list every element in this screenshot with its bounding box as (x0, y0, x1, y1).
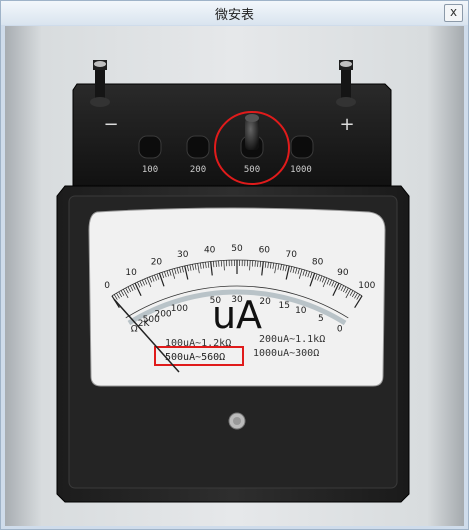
scale-label-lower: 15 (278, 301, 289, 311)
scale-label-upper: 80 (312, 258, 324, 268)
scale-label-upper: 20 (151, 258, 163, 268)
minus-sign: − (103, 114, 118, 135)
scale-label-upper: 100 (358, 281, 375, 291)
range-socket-200[interactable] (186, 135, 210, 159)
app-window: 微安表 x − + 100 200 500 1000 0 10 20 30 40… (0, 0, 469, 530)
window-title: 微安表 (214, 8, 254, 23)
resistance-note-1000ua: 1000uA~300Ω (253, 348, 319, 359)
scale-label-upper: 40 (204, 246, 216, 256)
scale-label-lower: 200 (154, 310, 171, 320)
scale-label-upper: 30 (177, 250, 189, 260)
range-label-1000: 1000 (290, 165, 312, 175)
title-bar: 微安表 x (1, 1, 468, 25)
range-label-200: 200 (190, 165, 206, 175)
meter-stage: − + 100 200 500 1000 0 10 20 30 40 50 60… (5, 26, 464, 526)
range-label-100: 100 (142, 165, 158, 175)
scale-label-lower: 10 (295, 306, 307, 316)
scale-label-upper: 70 (286, 250, 298, 260)
scale-label-lower: 100 (171, 304, 188, 314)
scale-label-upper: 60 (259, 246, 271, 256)
unit-label: uA (212, 293, 262, 337)
scale-label-upper: 90 (337, 268, 349, 278)
scale-label-lower: 0 (337, 324, 343, 334)
resistance-note-200ua: 200uA~1.1kΩ (259, 334, 325, 345)
resistance-note-500ua: 500uA~560Ω (165, 352, 225, 363)
plus-sign: + (339, 114, 354, 135)
zero-adjust-screw-center (233, 417, 241, 425)
close-button[interactable]: x (444, 4, 463, 22)
scale-label-upper: 10 (125, 268, 137, 278)
scale-label-lower: 5 (318, 314, 324, 324)
scale-label-lower: Ω (131, 324, 138, 334)
scale-label-upper: 50 (231, 244, 243, 254)
range-socket-1000[interactable] (290, 135, 314, 159)
scale-label-upper: 0 (104, 281, 110, 291)
microammeter: − + 100 200 500 1000 0102030 40 50 60 70… (56, 60, 410, 503)
range-socket-100[interactable] (138, 135, 162, 159)
range-label-500: 500 (244, 165, 260, 175)
